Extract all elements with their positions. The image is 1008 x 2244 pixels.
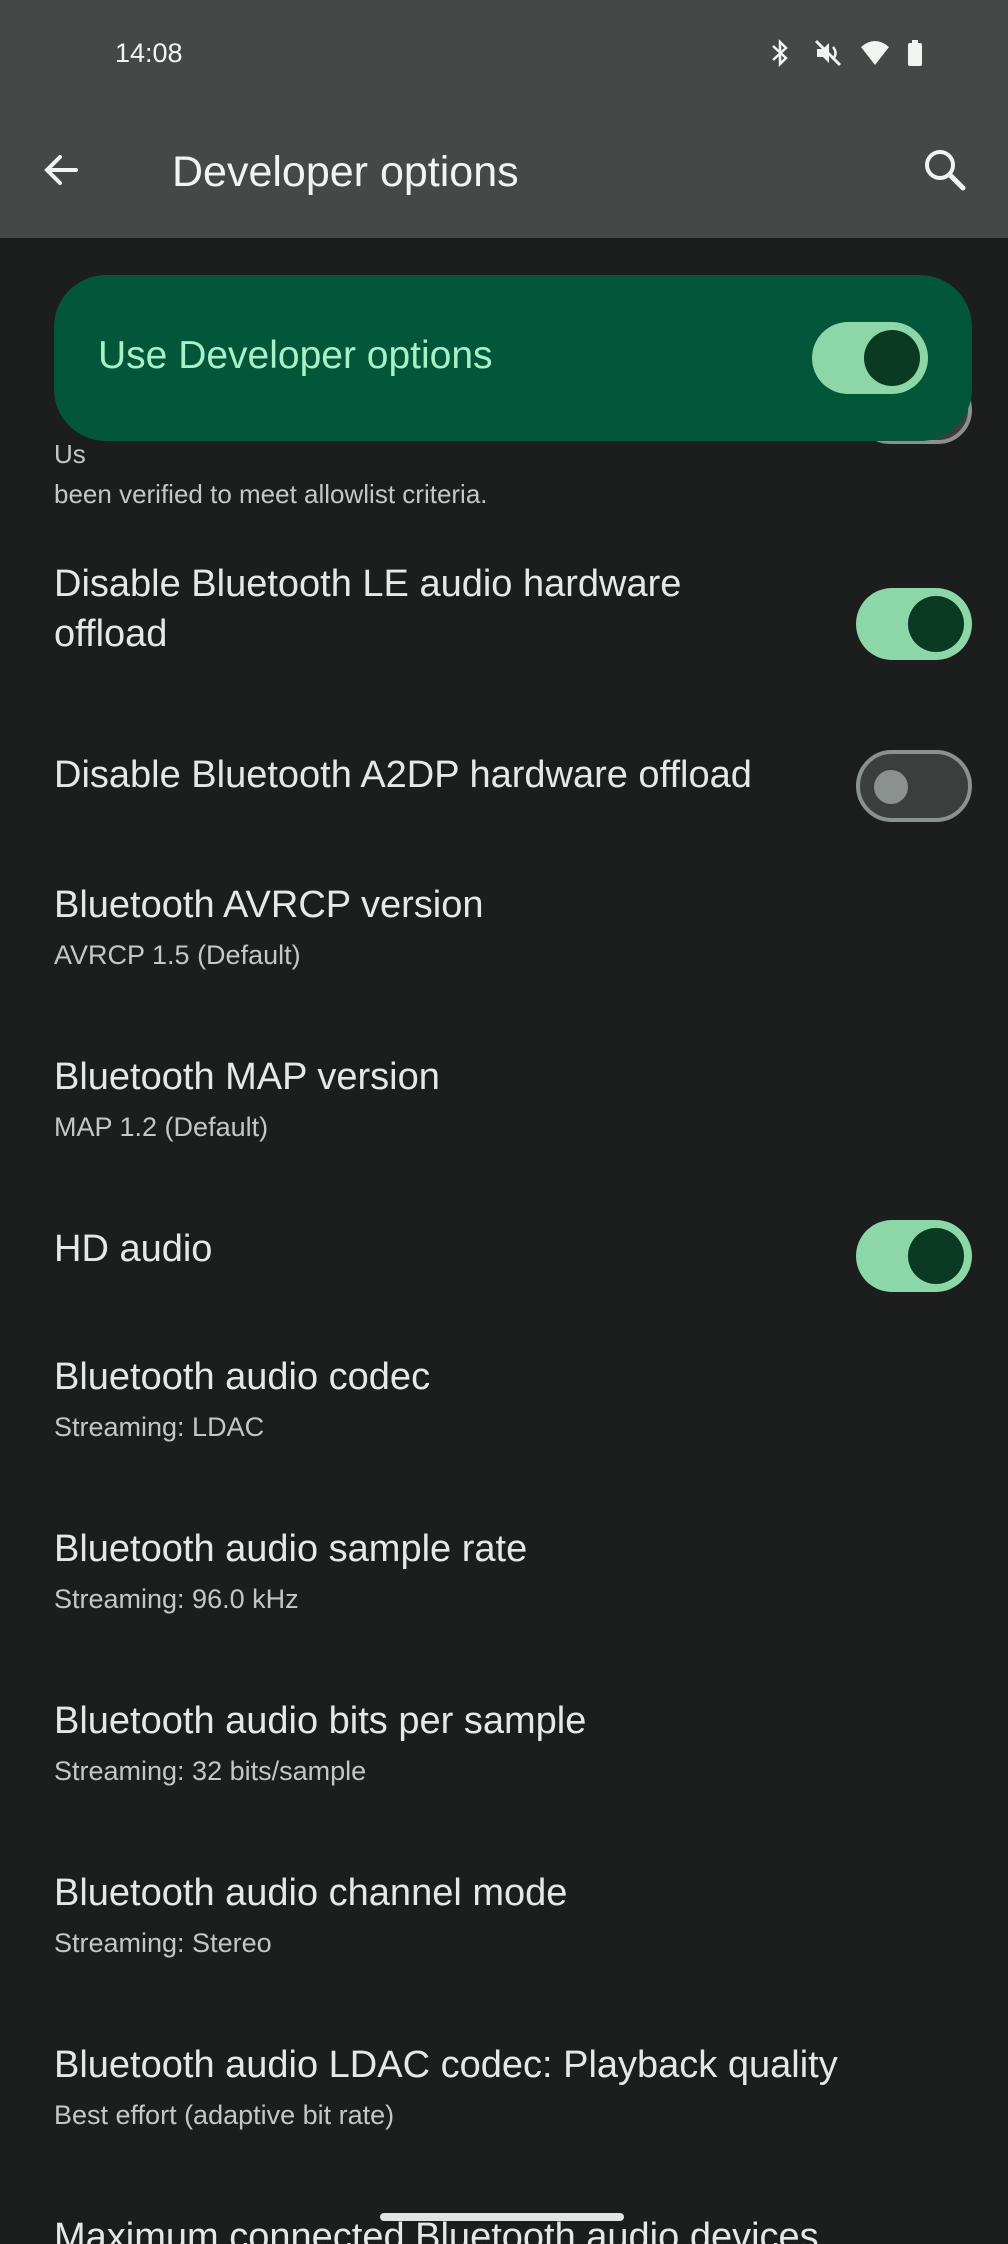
setting-row-sample-rate[interactable]: Bluetooth audio sample rate Streaming: 9… — [0, 1502, 1008, 1642]
setting-subtitle: MAP 1.2 (Default) — [54, 1112, 269, 1142]
setting-row-ldac-quality[interactable]: Bluetooth audio LDAC codec: Playback qua… — [0, 2018, 1008, 2158]
home-indicator[interactable] — [380, 2213, 624, 2221]
setting-label: Disable Bluetooth A2DP hardware offload — [54, 754, 752, 796]
setting-subtitle: Best effort (adaptive bit rate) — [54, 2100, 395, 2130]
toggle-knob — [908, 596, 964, 652]
setting-subtitle: AVRCP 1.5 (Default) — [54, 940, 301, 970]
battery-icon — [906, 38, 930, 68]
setting-label: Bluetooth MAP version — [54, 1056, 440, 1098]
back-button[interactable] — [36, 143, 90, 197]
setting-subtitle: Streaming: Stereo — [54, 1928, 272, 1958]
setting-label: Bluetooth audio channel mode — [54, 1872, 568, 1914]
partial-subtitle: been verified to meet allowlist criteria… — [54, 479, 488, 509]
setting-label: Bluetooth audio sample rate — [54, 1528, 528, 1570]
toggle-knob — [874, 770, 908, 804]
status-icons — [768, 38, 930, 68]
toggle-knob — [908, 1228, 964, 1284]
setting-row-map-version[interactable]: Bluetooth MAP version MAP 1.2 (Default) — [0, 1030, 1008, 1170]
setting-subtitle: Streaming: 96.0 kHz — [54, 1584, 299, 1614]
status-time: 14:08 — [115, 38, 183, 68]
bluetooth-icon — [768, 38, 792, 68]
hd-audio-toggle[interactable] — [856, 1220, 972, 1292]
mute-icon — [814, 38, 842, 68]
setting-row-a2dp-offload[interactable]: Disable Bluetooth A2DP hardware offload — [0, 728, 1008, 828]
setting-row-le-audio-offload[interactable]: Disable Bluetooth LE audio hardware offl… — [0, 556, 1008, 686]
setting-label: HD audio — [54, 1228, 213, 1270]
setting-label: Bluetooth AVRCP version — [54, 884, 484, 926]
setting-label: Disable Bluetooth LE audio hardware offl… — [54, 563, 682, 655]
setting-subtitle: Streaming: LDAC — [54, 1412, 265, 1442]
setting-row-bits-per-sample[interactable]: Bluetooth audio bits per sample Streamin… — [0, 1674, 1008, 1814]
a2dp-offload-toggle[interactable] — [856, 750, 972, 822]
le-audio-offload-toggle[interactable] — [856, 588, 972, 660]
use-developer-options-banner[interactable]: Use Developer options — [54, 275, 972, 441]
partial-prefix: Us — [54, 439, 86, 469]
banner-label: Use Developer options — [98, 334, 493, 377]
wifi-icon — [860, 38, 889, 68]
page-title: Developer options — [172, 148, 519, 196]
developer-options-toggle[interactable] — [812, 322, 928, 394]
setting-row-avrcp-version[interactable]: Bluetooth AVRCP version AVRCP 1.5 (Defau… — [0, 858, 1008, 998]
setting-row-channel-mode[interactable]: Bluetooth audio channel mode Streaming: … — [0, 1846, 1008, 1986]
arrow-back-icon — [44, 155, 78, 185]
app-bar: 14:08 Developer options — [0, 0, 1008, 238]
setting-label: Bluetooth audio bits per sample — [54, 1700, 587, 1742]
setting-row-hd-audio[interactable]: HD audio — [0, 1198, 1008, 1318]
setting-row-audio-codec[interactable]: Bluetooth audio codec Streaming: LDAC — [0, 1330, 1008, 1470]
search-button[interactable] — [918, 143, 972, 197]
setting-label: Bluetooth audio codec — [54, 1356, 431, 1398]
setting-label: Bluetooth audio LDAC codec: Playback qua… — [54, 2044, 838, 2086]
partial-setting-subtitle: Us been verified to meet allowlist crite… — [54, 434, 488, 514]
setting-subtitle: Streaming: 32 bits/sample — [54, 1756, 367, 1786]
settings-list[interactable]: Us been verified to meet allowlist crite… — [0, 238, 1008, 2244]
toggle-knob — [864, 330, 920, 386]
search-icon — [925, 150, 966, 191]
